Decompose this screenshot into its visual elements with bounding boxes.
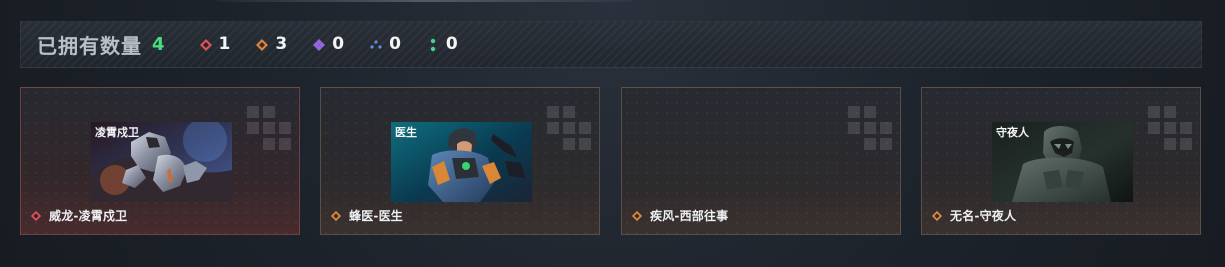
skin-card-wuming[interactable]: 守夜人 无名-守夜人 bbox=[921, 87, 1201, 235]
rarity-summary-green: 0 bbox=[426, 36, 458, 53]
owned-count-title: 已拥有数量 bbox=[37, 34, 142, 58]
blue-triad-icon bbox=[370, 39, 383, 49]
top-divider bbox=[217, 0, 633, 2]
skin-name: 疾风-西部往事 bbox=[650, 209, 729, 223]
purple-diamond-icon bbox=[313, 38, 326, 51]
skin-thumbnail: 凌霄戍卫 bbox=[91, 122, 232, 202]
card-pattern-decoration bbox=[247, 106, 291, 168]
skin-card-footer: 蜂医-医生 bbox=[330, 207, 403, 224]
armored-operator-icon: 凌霄戍卫 bbox=[91, 122, 232, 202]
orange-diamond-icon bbox=[256, 38, 269, 51]
svg-text:医生: 医生 bbox=[395, 125, 417, 139]
owned-skins-list: 凌霄戍卫 威龙-凌霄戍卫 医生 蜂医-医生 疾风-西部往事 守夜人 无名-守夜人 bbox=[20, 87, 1202, 235]
svg-text:守夜人: 守夜人 bbox=[996, 125, 1030, 139]
skin-name: 无名-守夜人 bbox=[950, 209, 1017, 223]
svg-text:凌霄戍卫: 凌霄戍卫 bbox=[95, 125, 139, 139]
card-pattern-decoration bbox=[547, 106, 591, 168]
rarity-summary-red: 1 bbox=[199, 34, 231, 54]
red-diamond-icon bbox=[199, 38, 212, 51]
rarity-value-blue: 0 bbox=[389, 34, 401, 54]
skin-card-footer: 疾风-西部往事 bbox=[631, 207, 728, 224]
skin-name: 威龙-凌霄戍卫 bbox=[49, 209, 128, 223]
rarity-summary-purple: 0 bbox=[312, 36, 344, 53]
owned-summary-bar: 已拥有数量 4 1 3 0 0 0 bbox=[20, 21, 1202, 68]
rarity-value-green: 0 bbox=[445, 34, 458, 54]
rarity-summary-blue: 0 bbox=[369, 36, 401, 53]
masked-operator-icon: 守夜人 bbox=[992, 122, 1133, 202]
owned-total-count: 4 bbox=[152, 34, 165, 55]
rarity-value-purple: 0 bbox=[332, 34, 345, 54]
skin-card-weilong[interactable]: 凌霄戍卫 威龙-凌霄戍卫 bbox=[20, 87, 300, 235]
orange-diamond-icon bbox=[631, 210, 643, 221]
skin-card-jifeng[interactable]: 疾风-西部往事 bbox=[621, 87, 901, 235]
skin-thumbnail: 守夜人 bbox=[992, 122, 1133, 202]
skin-name: 蜂医-医生 bbox=[349, 209, 403, 223]
medic-operator-icon: 医生 bbox=[391, 122, 532, 202]
card-pattern-decoration bbox=[1148, 106, 1192, 168]
skin-card-footer: 威龙-凌霄戍卫 bbox=[30, 207, 127, 224]
rarity-summary-orange: 3 bbox=[255, 36, 287, 53]
green-dots-icon bbox=[430, 38, 436, 51]
card-pattern-decoration bbox=[848, 106, 892, 168]
skin-thumbnail: 医生 bbox=[391, 122, 532, 202]
orange-diamond-icon bbox=[931, 210, 943, 221]
rarity-value-red: 1 bbox=[218, 34, 231, 54]
skin-card-fengyi[interactable]: 医生 蜂医-医生 bbox=[320, 87, 600, 235]
orange-diamond-icon bbox=[330, 210, 342, 221]
red-diamond-icon bbox=[30, 210, 42, 221]
rarity-value-orange: 3 bbox=[275, 34, 288, 54]
skin-card-footer: 无名-守夜人 bbox=[931, 207, 1016, 224]
